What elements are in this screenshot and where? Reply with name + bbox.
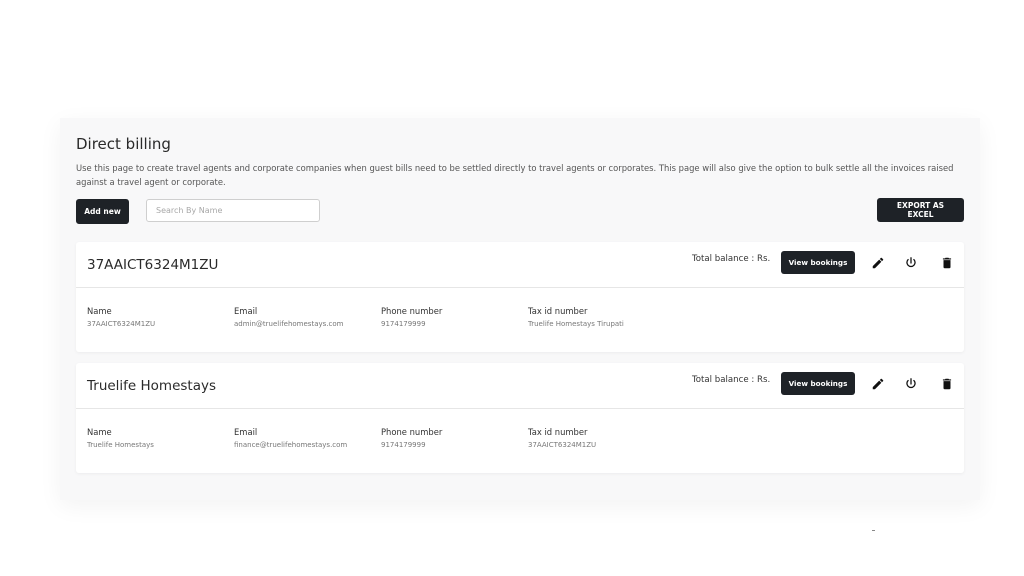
power-icon[interactable] — [904, 256, 918, 270]
card-header: Truelife Homestays Total balance : Rs. V… — [76, 363, 964, 409]
email-value: admin@truelifehomestays.com — [234, 320, 344, 328]
delete-icon[interactable] — [940, 256, 954, 270]
total-balance-label: Total balance : Rs. — [692, 375, 771, 385]
email-value: finance@truelifehomestays.com — [234, 441, 348, 449]
name-label: Name — [87, 427, 112, 437]
phone-field: Phone number 9174179999 — [381, 306, 442, 328]
edit-icon[interactable] — [871, 256, 885, 270]
email-label: Email — [234, 306, 258, 316]
tax-field: Tax id number 37AAICT6324M1ZU — [528, 427, 596, 449]
card-body: Name 37AAICT6324M1ZU Email admin@truelif… — [76, 288, 964, 352]
tax-field: Tax id number Truelife Homestays Tirupat… — [528, 306, 624, 328]
tax-label: Tax id number — [528, 306, 588, 316]
email-field: Email finance@truelifehomestays.com — [234, 427, 347, 449]
tax-value: 37AAICT6324M1ZU — [528, 441, 597, 449]
separator-mark — [872, 530, 875, 531]
billing-card: Truelife Homestays Total balance : Rs. V… — [76, 363, 964, 473]
phone-value: 9174179999 — [381, 441, 426, 449]
edit-icon[interactable] — [871, 377, 885, 391]
tax-value: Truelife Homestays Tirupati — [528, 320, 624, 328]
page-description: Use this page to create travel agents an… — [76, 163, 954, 187]
phone-value: 9174179999 — [381, 320, 426, 328]
card-body: Name Truelife Homestays Email finance@tr… — [76, 409, 964, 473]
phone-label: Phone number — [381, 427, 443, 437]
search-input[interactable] — [146, 199, 320, 222]
name-field: Name 37AAICT6324M1ZU — [87, 306, 155, 328]
page-title: Direct billing — [76, 135, 171, 153]
phone-field: Phone number 9174179999 — [381, 427, 442, 449]
name-value: Truelife Homestays — [87, 441, 154, 449]
add-new-button[interactable]: Add new — [76, 199, 129, 224]
card-header: 37AAICT6324M1ZU Total balance : Rs. View… — [76, 242, 964, 288]
email-label: Email — [234, 427, 258, 437]
view-bookings-button[interactable]: View bookings — [781, 372, 855, 395]
name-field: Name Truelife Homestays — [87, 427, 154, 449]
phone-label: Phone number — [381, 306, 443, 316]
card-title: 37AAICT6324M1ZU — [87, 257, 219, 273]
name-value: 37AAICT6324M1ZU — [87, 320, 156, 328]
tax-label: Tax id number — [528, 427, 588, 437]
email-field: Email admin@truelifehomestays.com — [234, 306, 343, 328]
name-label: Name — [87, 306, 112, 316]
total-balance-label: Total balance : Rs. — [692, 254, 771, 264]
delete-icon[interactable] — [940, 377, 954, 391]
view-bookings-button[interactable]: View bookings — [781, 251, 855, 274]
export-excel-button[interactable]: EXPORT AS EXCEL — [877, 198, 964, 222]
billing-card: 37AAICT6324M1ZU Total balance : Rs. View… — [76, 242, 964, 352]
power-icon[interactable] — [904, 377, 918, 391]
card-title: Truelife Homestays — [87, 378, 217, 394]
